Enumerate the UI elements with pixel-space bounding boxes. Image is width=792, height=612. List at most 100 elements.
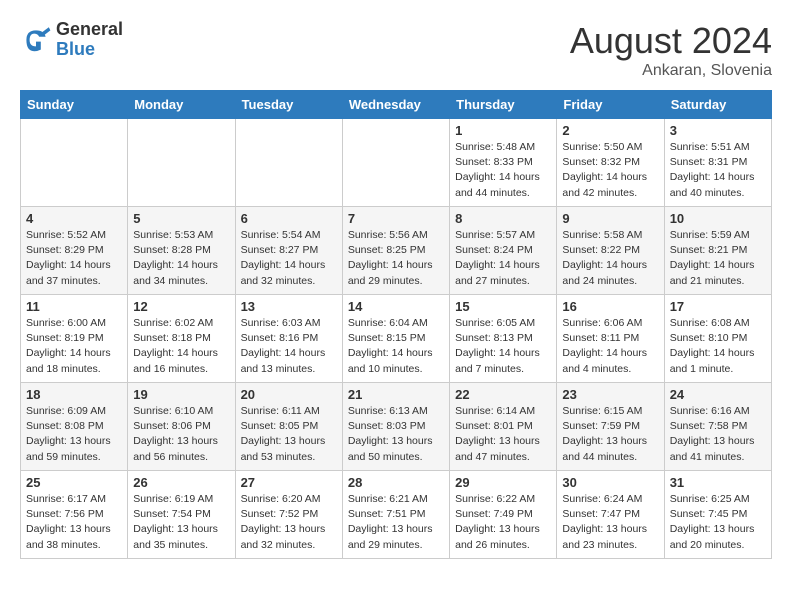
day-info: Sunrise: 6:03 AM Sunset: 8:16 PM Dayligh… <box>241 316 337 377</box>
day-header-tuesday: Tuesday <box>235 91 342 119</box>
calendar-cell: 22Sunrise: 6:14 AM Sunset: 8:01 PM Dayli… <box>450 383 557 471</box>
logo-general-text: General <box>56 20 123 40</box>
day-info: Sunrise: 6:24 AM Sunset: 7:47 PM Dayligh… <box>562 492 658 553</box>
day-info: Sunrise: 6:02 AM Sunset: 8:18 PM Dayligh… <box>133 316 229 377</box>
calendar-cell <box>128 119 235 207</box>
day-header-sunday: Sunday <box>21 91 128 119</box>
calendar-cell: 8Sunrise: 5:57 AM Sunset: 8:24 PM Daylig… <box>450 207 557 295</box>
day-info: Sunrise: 6:11 AM Sunset: 8:05 PM Dayligh… <box>241 404 337 465</box>
day-number: 2 <box>562 123 658 138</box>
day-number: 5 <box>133 211 229 226</box>
day-number: 31 <box>670 475 766 490</box>
day-number: 27 <box>241 475 337 490</box>
day-info: Sunrise: 5:53 AM Sunset: 8:28 PM Dayligh… <box>133 228 229 289</box>
day-number: 11 <box>26 299 122 314</box>
day-info: Sunrise: 6:06 AM Sunset: 8:11 PM Dayligh… <box>562 316 658 377</box>
calendar-cell: 9 Sunrise: 5:58 AM Sunset: 8:22 PM Daylig… <box>557 207 664 295</box>
day-number: 25 <box>26 475 122 490</box>
day-number: 13 <box>241 299 337 314</box>
day-info: Sunrise: 5:58 AM Sunset: 8:22 PM Dayligh… <box>562 228 658 289</box>
day-number: 17 <box>670 299 766 314</box>
location-subtitle: Ankaran, Slovenia <box>570 62 772 80</box>
day-number: 30 <box>562 475 658 490</box>
day-number: 21 <box>348 387 444 402</box>
page-header: General Blue August 2024 Ankaran, Sloven… <box>20 20 772 80</box>
day-header-saturday: Saturday <box>664 91 771 119</box>
day-info: Sunrise: 6:05 AM Sunset: 8:13 PM Dayligh… <box>455 316 551 377</box>
day-number: 10 <box>670 211 766 226</box>
calendar-cell: 17 Sunrise: 6:08 AM Sunset: 8:10 PM Dayli… <box>664 295 771 383</box>
calendar-cell: 4 Sunrise: 5:52 AM Sunset: 8:29 PM Daylig… <box>21 207 128 295</box>
day-number: 3 <box>670 123 766 138</box>
day-info: Sunrise: 5:59 AM Sunset: 8:21 PM Dayligh… <box>670 228 766 289</box>
day-number: 9 <box>562 211 658 226</box>
day-info: Sunrise: 6:15 AM Sunset: 7:59 PM Dayligh… <box>562 404 658 465</box>
day-info: Sunrise: 5:57 AM Sunset: 8:24 PM Dayligh… <box>455 228 551 289</box>
calendar-cell: 28 Sunrise: 6:21 AM Sunset: 7:51 PM Dayli… <box>342 471 449 559</box>
calendar-cell: 13 Sunrise: 6:03 AM Sunset: 8:16 PM Dayli… <box>235 295 342 383</box>
day-number: 7 <box>348 211 444 226</box>
calendar-cell: 5 Sunrise: 5:53 AM Sunset: 8:28 PM Daylig… <box>128 207 235 295</box>
day-header-thursday: Thursday <box>450 91 557 119</box>
day-info: Sunrise: 6:16 AM Sunset: 7:58 PM Dayligh… <box>670 404 766 465</box>
calendar-cell: 25Sunrise: 6:17 AM Sunset: 7:56 PM Dayli… <box>21 471 128 559</box>
day-number: 24 <box>670 387 766 402</box>
day-header-wednesday: Wednesday <box>342 91 449 119</box>
day-number: 15 <box>455 299 551 314</box>
calendar-cell: 24 Sunrise: 6:16 AM Sunset: 7:58 PM Dayli… <box>664 383 771 471</box>
day-info: Sunrise: 5:56 AM Sunset: 8:25 PM Dayligh… <box>348 228 444 289</box>
calendar-cell: 21 Sunrise: 6:13 AM Sunset: 8:03 PM Dayli… <box>342 383 449 471</box>
day-number: 6 <box>241 211 337 226</box>
calendar-cell: 23Sunrise: 6:15 AM Sunset: 7:59 PM Dayli… <box>557 383 664 471</box>
calendar-cell: 26 Sunrise: 6:19 AM Sunset: 7:54 PM Dayli… <box>128 471 235 559</box>
day-info: Sunrise: 6:25 AM Sunset: 7:45 PM Dayligh… <box>670 492 766 553</box>
calendar-cell: 11 Sunrise: 6:00 AM Sunset: 8:19 PM Dayli… <box>21 295 128 383</box>
calendar-cell: 15 Sunrise: 6:05 AM Sunset: 8:13 PM Dayli… <box>450 295 557 383</box>
logo-blue-text: Blue <box>56 40 123 60</box>
day-number: 1 <box>455 123 551 138</box>
day-info: Sunrise: 6:08 AM Sunset: 8:10 PM Dayligh… <box>670 316 766 377</box>
calendar-cell: 7 Sunrise: 5:56 AM Sunset: 8:25 PM Daylig… <box>342 207 449 295</box>
calendar-header-row: SundayMondayTuesdayWednesdayThursdayFrid… <box>21 91 772 119</box>
day-number: 22 <box>455 387 551 402</box>
calendar-cell: 1Sunrise: 5:48 AM Sunset: 8:33 PM Daylig… <box>450 119 557 207</box>
day-info: Sunrise: 6:09 AM Sunset: 8:08 PM Dayligh… <box>26 404 122 465</box>
calendar-cell: 31 Sunrise: 6:25 AM Sunset: 7:45 PM Dayli… <box>664 471 771 559</box>
day-number: 14 <box>348 299 444 314</box>
day-number: 20 <box>241 387 337 402</box>
calendar-week-row: 25Sunrise: 6:17 AM Sunset: 7:56 PM Dayli… <box>21 471 772 559</box>
day-info: Sunrise: 6:10 AM Sunset: 8:06 PM Dayligh… <box>133 404 229 465</box>
day-number: 4 <box>26 211 122 226</box>
calendar-week-row: 11 Sunrise: 6:00 AM Sunset: 8:19 PM Dayli… <box>21 295 772 383</box>
calendar-cell: 18 Sunrise: 6:09 AM Sunset: 8:08 PM Dayli… <box>21 383 128 471</box>
calendar-cell: 10 Sunrise: 5:59 AM Sunset: 8:21 PM Dayli… <box>664 207 771 295</box>
calendar-week-row: 18 Sunrise: 6:09 AM Sunset: 8:08 PM Dayli… <box>21 383 772 471</box>
day-info: Sunrise: 5:51 AM Sunset: 8:31 PM Dayligh… <box>670 140 766 201</box>
day-info: Sunrise: 6:00 AM Sunset: 8:19 PM Dayligh… <box>26 316 122 377</box>
day-info: Sunrise: 5:54 AM Sunset: 8:27 PM Dayligh… <box>241 228 337 289</box>
day-number: 12 <box>133 299 229 314</box>
calendar-cell: 2Sunrise: 5:50 AM Sunset: 8:32 PM Daylig… <box>557 119 664 207</box>
day-number: 16 <box>562 299 658 314</box>
calendar-week-row: 1Sunrise: 5:48 AM Sunset: 8:33 PM Daylig… <box>21 119 772 207</box>
calendar-cell <box>21 119 128 207</box>
day-info: Sunrise: 6:19 AM Sunset: 7:54 PM Dayligh… <box>133 492 229 553</box>
day-number: 29 <box>455 475 551 490</box>
logo: General Blue <box>20 20 123 60</box>
title-block: August 2024 Ankaran, Slovenia <box>570 20 772 80</box>
day-number: 26 <box>133 475 229 490</box>
calendar-cell: 20 Sunrise: 6:11 AM Sunset: 8:05 PM Dayli… <box>235 383 342 471</box>
day-info: Sunrise: 6:13 AM Sunset: 8:03 PM Dayligh… <box>348 404 444 465</box>
day-info: Sunrise: 5:52 AM Sunset: 8:29 PM Dayligh… <box>26 228 122 289</box>
day-number: 28 <box>348 475 444 490</box>
logo-icon <box>20 24 52 56</box>
calendar-cell <box>235 119 342 207</box>
month-title: August 2024 <box>570 20 772 62</box>
calendar-cell: 3 Sunrise: 5:51 AM Sunset: 8:31 PM Daylig… <box>664 119 771 207</box>
calendar-cell: 16 Sunrise: 6:06 AM Sunset: 8:11 PM Dayli… <box>557 295 664 383</box>
calendar-cell: 29Sunrise: 6:22 AM Sunset: 7:49 PM Dayli… <box>450 471 557 559</box>
calendar-cell: 12 Sunrise: 6:02 AM Sunset: 8:18 PM Dayli… <box>128 295 235 383</box>
day-number: 18 <box>26 387 122 402</box>
calendar-cell: 30 Sunrise: 6:24 AM Sunset: 7:47 PM Dayli… <box>557 471 664 559</box>
day-info: Sunrise: 6:21 AM Sunset: 7:51 PM Dayligh… <box>348 492 444 553</box>
